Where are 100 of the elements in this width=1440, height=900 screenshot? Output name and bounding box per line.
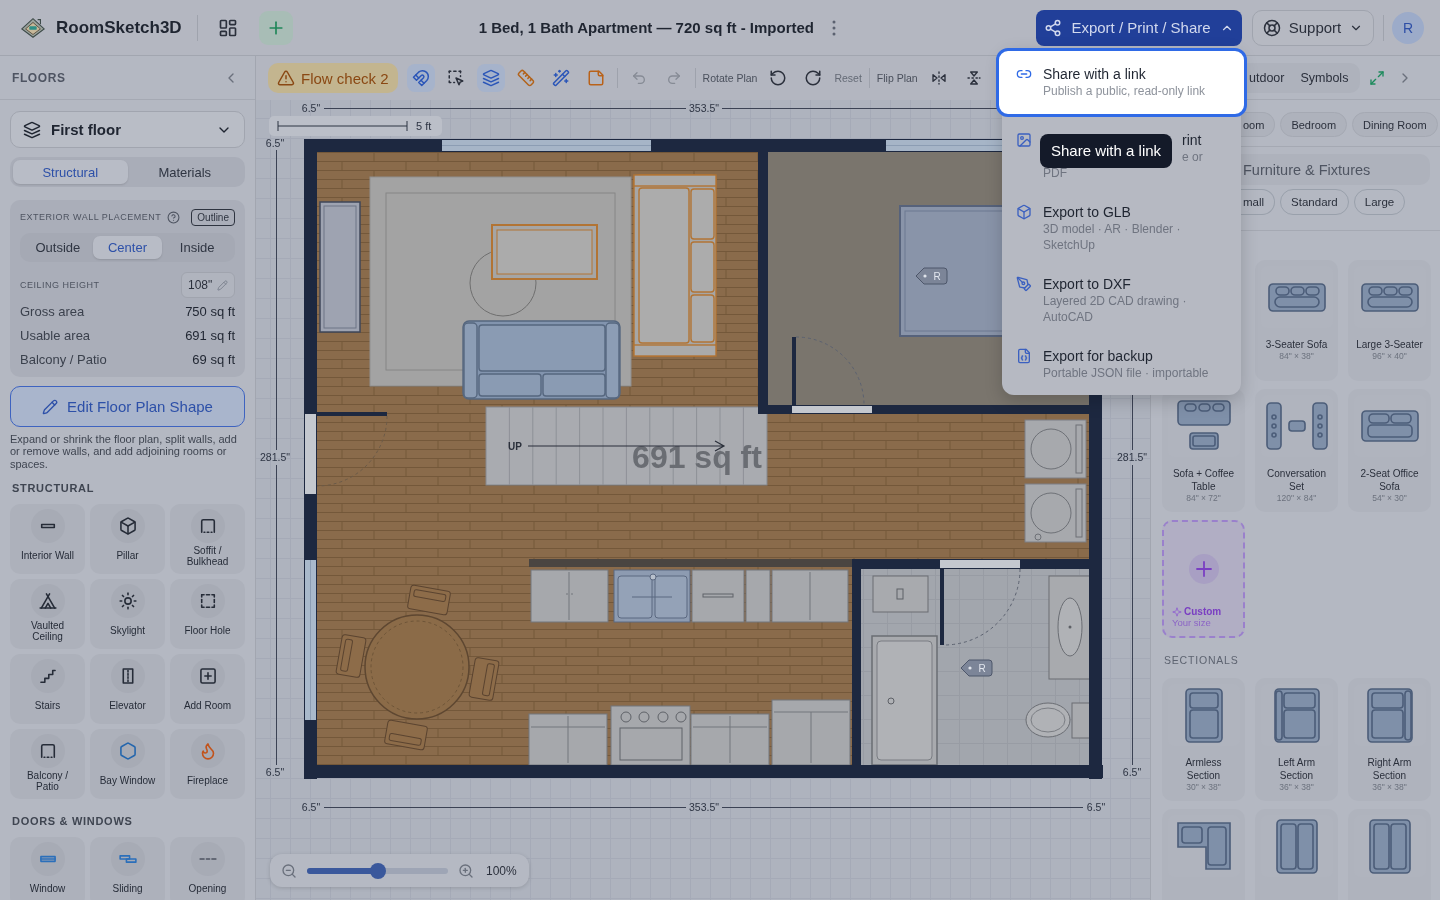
structure-item[interactable]: Stairs [10,653,85,724]
structure-item[interactable]: Sliding [90,836,165,900]
stat-value: 69 sq ft [192,351,235,367]
pencil-icon [42,398,59,415]
tooltip: Share with a link [1040,134,1173,168]
furniture-item[interactable]: 2-Seat Office Sofa 54" × 30" [1348,389,1431,512]
magnet-tool-button[interactable] [406,64,435,92]
structure-item[interactable]: Interior Wall [10,503,85,574]
zoom-out-icon[interactable] [281,862,297,879]
room-filter-chip[interactable]: Bedroom [1280,112,1348,137]
menu-item[interactable]: Export for backup Portable JSON file · importable [1002,336,1241,392]
outline-button[interactable]: Outline [191,208,235,226]
dimension-label: 353.5" [689,801,719,813]
image-icon [1016,132,1032,148]
support-button[interactable]: Support [1252,9,1374,46]
furniture-item[interactable]: Left Arm Section 36" × 38" [1255,678,1338,801]
furniture-item[interactable]: Right Arm Section 36" × 38" [1348,678,1431,801]
expand-icon [1369,69,1386,86]
structure-item[interactable]: Vaulted Ceiling [10,578,85,649]
bathroom-vanity [872,575,929,613]
menu-item[interactable]: Share with a link Publish a public, read-only link [996,48,1247,117]
dimension-label: 353.5" [689,102,719,114]
door-swing [795,336,865,406]
structure-item[interactable]: Bay Window [90,728,165,799]
zoom-slider[interactable] [307,862,448,879]
dimension-label: 281.5" [260,451,290,463]
tab[interactable]: Structural [13,160,128,184]
placement-option[interactable]: Outside [23,236,93,259]
magic-wand-icon [551,69,570,87]
furniture-item[interactable]: Conversation Set 120" × 84" [1255,389,1338,512]
dishwasher [691,569,745,623]
tab[interactable]: Materials [127,160,242,184]
chair [383,719,429,751]
dimension-label: 6.5" [301,102,321,114]
layers-tool-button[interactable] [476,64,505,92]
menu-item[interactable]: Export to DXF Layered 2D CAD drawing · AutoCAD [1002,264,1241,336]
cube-icon [1016,204,1032,220]
flip-horizontal-icon [930,70,947,86]
furniture-item[interactable]: Sofa + Coffee Table 84" × 72" [1162,389,1245,512]
flow-check-button[interactable]: Flow check 2 [268,63,398,93]
stat-label: Gross area [20,303,85,319]
dimension-label: 6.5" [301,801,321,813]
structure-item[interactable]: Balcony / Patio [10,728,85,799]
floor-select[interactable]: First floor [10,111,245,148]
rotate-label: Rotate Plan [702,72,758,84]
toilet [1025,702,1091,739]
file-icon [1016,348,1032,364]
structure-item[interactable]: Opening [170,836,245,900]
lifebuoy-icon [1262,18,1281,37]
cube-icon [110,508,145,543]
washing-machine [1024,483,1087,543]
more-button[interactable] [832,19,836,36]
window-icon [30,841,65,876]
export-button[interactable]: Export / Print / Share [1036,9,1242,46]
zoom-in-icon[interactable] [458,862,474,879]
search-field[interactable]: Furniture & Fixtures [1241,154,1430,185]
category-tab[interactable]: Symbols [1292,62,1357,93]
help-icon[interactable] [167,210,181,224]
expand-button[interactable] [1369,69,1386,86]
structure-item[interactable]: Soffit / Bulkhead [170,503,245,574]
structure-item[interactable]: Elevator [90,653,165,724]
room-filter-chip[interactable]: oom [1240,112,1276,137]
structure-item[interactable]: Skylight [90,578,165,649]
help-text: Expand or shrink the floor plan, split walls, add or remove walls, and add adjoining rooms or spaces. [10,433,238,470]
room-filter-chip[interactable]: Dining Room [1352,112,1438,137]
grid-icon [217,17,238,38]
avatar[interactable]: R [1392,11,1424,44]
tent-icon [30,583,65,618]
zoom-percent: 100% [486,863,517,878]
pencil-icon [217,279,229,291]
app-name: RoomSketch3D [56,17,182,38]
slider-thumb[interactable] [369,862,386,879]
rotate-right-icon [804,69,823,87]
dimension-label: 6.5" [1122,766,1142,778]
furniture-item[interactable] [1255,809,1338,900]
furniture-item[interactable]: 3-Seater Sofa 84" × 38" [1255,260,1338,381]
structure-item[interactable]: Pillar [90,503,165,574]
furniture-item[interactable] [1348,809,1431,900]
furniture-item[interactable] [1162,809,1245,900]
note-icon [586,69,605,87]
structure-item[interactable]: Fireplace [170,728,245,799]
washing-machine [1024,419,1087,479]
add-button[interactable] [258,10,293,45]
undo-icon [630,70,647,86]
placement-option[interactable]: Center [92,236,163,259]
furniture-item[interactable]: Armless Section 30" × 38" [1162,678,1245,801]
placement-option[interactable]: Inside [162,236,232,259]
structure-item[interactable]: Floor Hole [170,578,245,649]
menu-item[interactable]: Export to GLB 3D model · AR · Blender · SketchUp [1002,192,1241,264]
share-icon [1044,18,1063,37]
rotate-left-icon [769,69,788,87]
redo-icon [665,70,682,86]
structure-item[interactable]: Add Room [170,653,245,724]
stat-value: 691 sq ft [185,327,235,343]
warning-icon [277,69,295,87]
edit-shape-button[interactable]: Edit Floor Plan Shape [10,386,245,427]
structure-item[interactable]: Window [10,836,85,900]
stairs-icon [30,658,65,693]
pen-tool-icon [1016,276,1032,292]
ceiling-height-field[interactable]: 108" [181,272,235,298]
